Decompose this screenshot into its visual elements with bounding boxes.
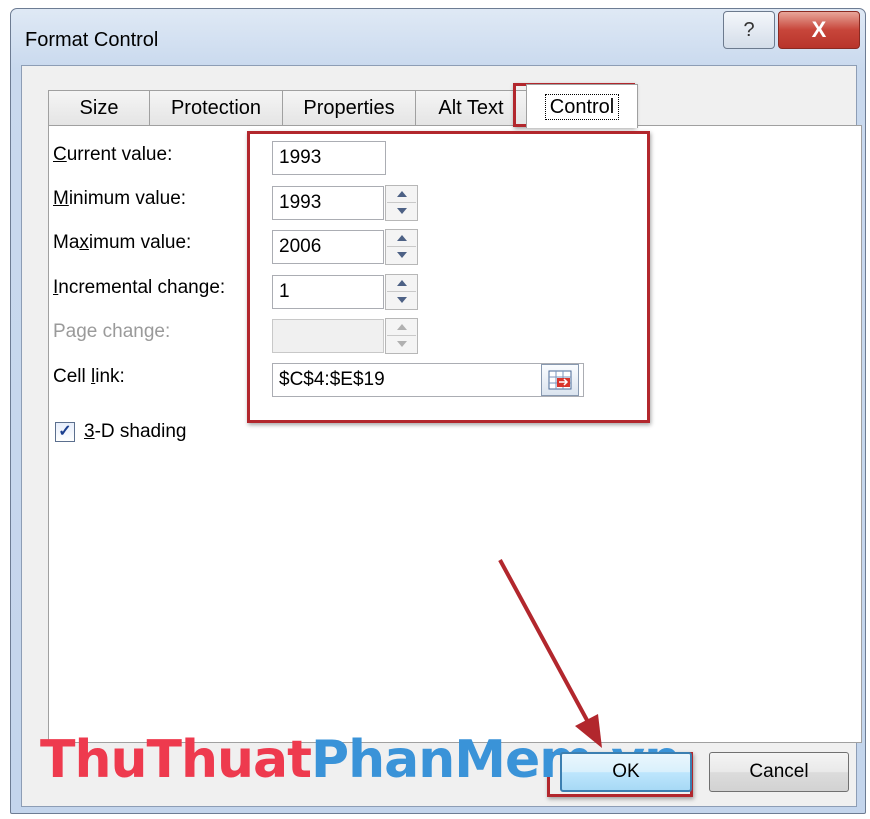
spin-down-arrow-icon[interactable] <box>387 292 416 308</box>
tab-control-label: Control <box>544 93 620 120</box>
page-change-spinner <box>385 318 418 354</box>
range-select-icon <box>548 370 572 390</box>
tab-properties[interactable]: Properties <box>282 90 416 126</box>
title-bar[interactable]: Format Control ? X <box>11 9 865 65</box>
spin-up-arrow-icon <box>387 319 416 336</box>
minimum-value-input[interactable]: 1993 <box>272 186 384 220</box>
spin-up-arrow-icon[interactable] <box>387 186 416 203</box>
format-control-dialog: Format Control ? X Size Protection Prope… <box>10 8 866 814</box>
current-value-field[interactable]: 1993 <box>272 141 386 175</box>
minimum-value-spinner[interactable] <box>385 185 418 221</box>
incremental-change-spinner[interactable] <box>385 274 418 310</box>
page-change-input <box>272 319 384 353</box>
maximum-value-input[interactable]: 2006 <box>272 230 384 264</box>
page-change-label: Page change: <box>53 321 171 342</box>
window-title: Format Control <box>25 29 159 51</box>
close-button[interactable]: X <box>778 11 860 49</box>
ok-button[interactable]: OK <box>560 752 692 792</box>
cancel-button[interactable]: Cancel <box>709 752 849 792</box>
spin-up-arrow-icon[interactable] <box>387 275 416 292</box>
incremental-change-input[interactable]: 1 <box>272 275 384 309</box>
3d-shading-label[interactable]: 3-D shading <box>84 421 186 443</box>
spin-up-arrow-icon[interactable] <box>387 230 416 247</box>
cell-link-input[interactable]: $C$4:$E$19 <box>272 363 584 397</box>
3d-shading-checkbox[interactable]: ✓ <box>55 422 75 442</box>
maximum-value-label: Maximum value: <box>53 232 192 253</box>
spin-down-arrow-icon[interactable] <box>387 247 416 263</box>
cell-link-label: Cell link: <box>53 366 125 387</box>
incremental-change-label: Incremental change: <box>53 277 226 298</box>
maximum-value-spinner[interactable] <box>385 229 418 265</box>
minimum-value-label: Minimum value: <box>53 188 187 209</box>
tab-alt-text[interactable]: Alt Text <box>415 90 527 126</box>
tab-size[interactable]: Size <box>48 90 150 126</box>
collapse-dialog-button[interactable] <box>541 364 579 396</box>
help-button[interactable]: ? <box>723 11 775 49</box>
tab-protection[interactable]: Protection <box>149 90 283 126</box>
current-value-label: Current value: <box>53 144 173 165</box>
spin-down-arrow-icon <box>387 336 416 352</box>
spin-down-arrow-icon[interactable] <box>387 203 416 219</box>
tab-control[interactable]: Control <box>526 84 638 128</box>
